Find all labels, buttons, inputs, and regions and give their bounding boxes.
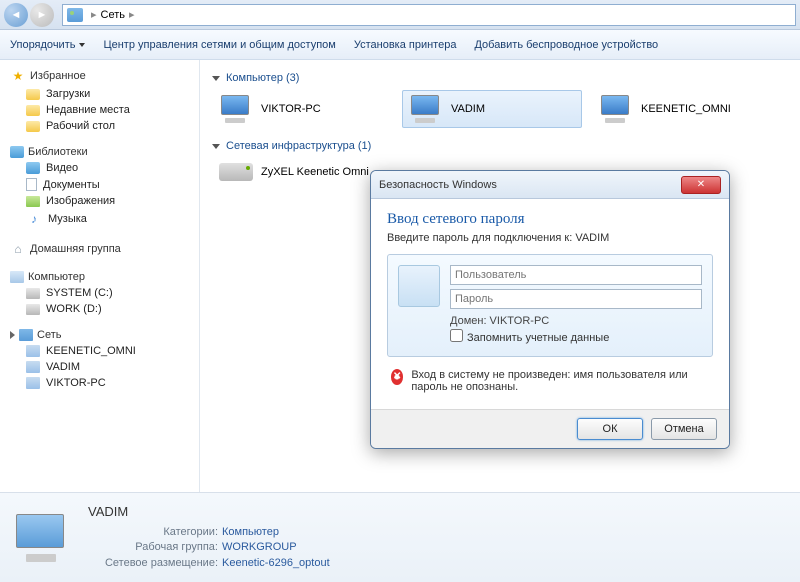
details-value: Keenetic-6296_optout bbox=[222, 556, 330, 571]
computer-item-selected[interactable]: VADIM bbox=[402, 90, 582, 128]
sidebar-item-viktor[interactable]: VIKTOR-PC bbox=[4, 375, 195, 391]
forward-button[interactable]: ► bbox=[30, 3, 54, 27]
collapse-icon bbox=[212, 144, 220, 149]
organize-menu[interactable]: Упорядочить bbox=[10, 39, 85, 51]
error-icon: ✕ bbox=[391, 369, 403, 385]
computer-icon bbox=[219, 95, 253, 123]
credentials-box: Домен: VIKTOR-PC Запомнить учетные данны… bbox=[387, 254, 713, 357]
printer-install-link[interactable]: Установка принтера bbox=[354, 39, 457, 51]
network-computer-icon bbox=[26, 361, 40, 373]
sidebar-item-vadim[interactable]: VADIM bbox=[4, 359, 195, 375]
device-item[interactable]: ZyXEL Keenetic Omni bbox=[212, 158, 392, 186]
domain-label: Домен: VIKTOR-PC bbox=[450, 315, 702, 327]
network-computer-icon bbox=[26, 377, 40, 389]
sidebar-item-video[interactable]: Видео bbox=[4, 160, 195, 176]
close-button[interactable]: ✕ bbox=[681, 176, 721, 194]
dialog-titlebar[interactable]: Безопасность Windows ✕ bbox=[371, 171, 729, 199]
sidebar-item-drive-c[interactable]: SYSTEM (C:) bbox=[4, 285, 195, 301]
cancel-button[interactable]: Отмена bbox=[651, 418, 717, 440]
breadcrumb-sep-2: ▸ bbox=[129, 8, 135, 21]
group-header-computer[interactable]: Компьютер (3) bbox=[212, 72, 788, 84]
credentials-dialog: Безопасность Windows ✕ Ввод сетевого пар… bbox=[370, 170, 730, 449]
sidebar-item-keenetic[interactable]: KEENETIC_OMNI bbox=[4, 343, 195, 359]
dialog-heading: Ввод сетевого пароля bbox=[387, 211, 713, 228]
group-header-infra[interactable]: Сетевая инфраструктура (1) bbox=[212, 140, 788, 152]
remember-checkbox[interactable] bbox=[450, 329, 463, 342]
sidebar-libraries[interactable]: Библиотеки bbox=[4, 144, 195, 160]
ok-button[interactable]: ОК bbox=[577, 418, 643, 440]
computer-item[interactable]: KEENETIC_OMNI bbox=[592, 90, 772, 128]
sidebar-computer[interactable]: Компьютер bbox=[4, 269, 195, 285]
user-avatar-icon bbox=[398, 265, 440, 307]
image-icon bbox=[26, 196, 40, 207]
error-text: Вход в систему не произведен: имя пользо… bbox=[411, 369, 709, 393]
music-icon: ♪ bbox=[26, 211, 42, 227]
sidebar-item-downloads[interactable]: Загрузки bbox=[4, 86, 195, 102]
network-icon bbox=[19, 329, 33, 341]
homegroup-icon: ⌂ bbox=[10, 241, 26, 257]
drive-icon bbox=[26, 304, 40, 315]
sidebar-item-desktop[interactable]: Рабочий стол bbox=[4, 118, 195, 134]
error-row: ✕ Вход в систему не произведен: имя поль… bbox=[391, 369, 709, 393]
sidebar-network[interactable]: Сеть bbox=[4, 327, 195, 343]
drive-icon bbox=[26, 288, 40, 299]
details-value: WORKGROUP bbox=[222, 540, 297, 555]
details-label: Сетевое размещение: bbox=[88, 556, 218, 571]
library-icon bbox=[10, 146, 24, 158]
computer-icon bbox=[599, 95, 633, 123]
details-value: Компьютер bbox=[222, 525, 279, 540]
folder-icon bbox=[26, 105, 40, 116]
breadcrumb-location: Сеть bbox=[101, 9, 125, 21]
username-input[interactable] bbox=[450, 265, 702, 285]
network-icon bbox=[67, 8, 83, 22]
star-icon: ★ bbox=[10, 68, 26, 84]
collapse-icon bbox=[212, 76, 220, 81]
details-name: VADIM bbox=[88, 504, 330, 519]
computer-item[interactable]: VIKTOR-PC bbox=[212, 90, 392, 128]
toolbar: Упорядочить Центр управления сетями и об… bbox=[0, 30, 800, 60]
address-bar[interactable]: ▸ Сеть ▸ bbox=[62, 4, 796, 26]
sidebar-item-drive-d[interactable]: WORK (D:) bbox=[4, 301, 195, 317]
dialog-title-text: Безопасность Windows bbox=[379, 179, 497, 191]
folder-icon bbox=[26, 121, 40, 132]
video-icon bbox=[26, 162, 40, 174]
dialog-subtitle: Введите пароль для подключения к: VADIM bbox=[387, 232, 713, 244]
sidebar-item-images[interactable]: Изображения bbox=[4, 193, 195, 209]
details-label: Категории: bbox=[88, 525, 218, 540]
network-center-link[interactable]: Центр управления сетями и общим доступом bbox=[103, 39, 335, 51]
document-icon bbox=[26, 178, 37, 191]
sidebar-homegroup[interactable]: ⌂Домашняя группа bbox=[4, 239, 195, 259]
sidebar-item-recent[interactable]: Недавние места bbox=[4, 102, 195, 118]
remember-label: Запомнить учетные данные bbox=[467, 332, 609, 344]
breadcrumb-sep: ▸ bbox=[91, 8, 97, 21]
expand-icon bbox=[10, 331, 15, 339]
details-label: Рабочая группа: bbox=[88, 540, 218, 555]
sidebar: ★Избранное Загрузки Недавние места Рабоч… bbox=[0, 60, 200, 492]
computer-icon bbox=[409, 95, 443, 123]
sidebar-item-music[interactable]: ♪Музыка bbox=[4, 209, 195, 229]
chevron-down-icon bbox=[79, 43, 85, 47]
back-button[interactable]: ◄ bbox=[4, 3, 28, 27]
sidebar-favorites[interactable]: ★Избранное bbox=[4, 66, 195, 86]
dialog-buttons: ОК Отмена bbox=[371, 409, 729, 448]
add-wireless-link[interactable]: Добавить беспроводное устройство bbox=[474, 39, 658, 51]
nav-bar: ◄ ► ▸ Сеть ▸ bbox=[0, 0, 800, 30]
remember-checkbox-row[interactable]: Запомнить учетные данные bbox=[450, 329, 702, 346]
sidebar-item-documents[interactable]: Документы bbox=[4, 176, 195, 193]
computer-large-icon bbox=[14, 514, 70, 562]
password-input[interactable] bbox=[450, 289, 702, 309]
computer-icon bbox=[10, 271, 24, 283]
details-pane: VADIM Категории: Компьютер Рабочая группа… bbox=[0, 492, 800, 582]
network-computer-icon bbox=[26, 345, 40, 357]
router-icon bbox=[219, 163, 253, 181]
folder-icon bbox=[26, 89, 40, 100]
